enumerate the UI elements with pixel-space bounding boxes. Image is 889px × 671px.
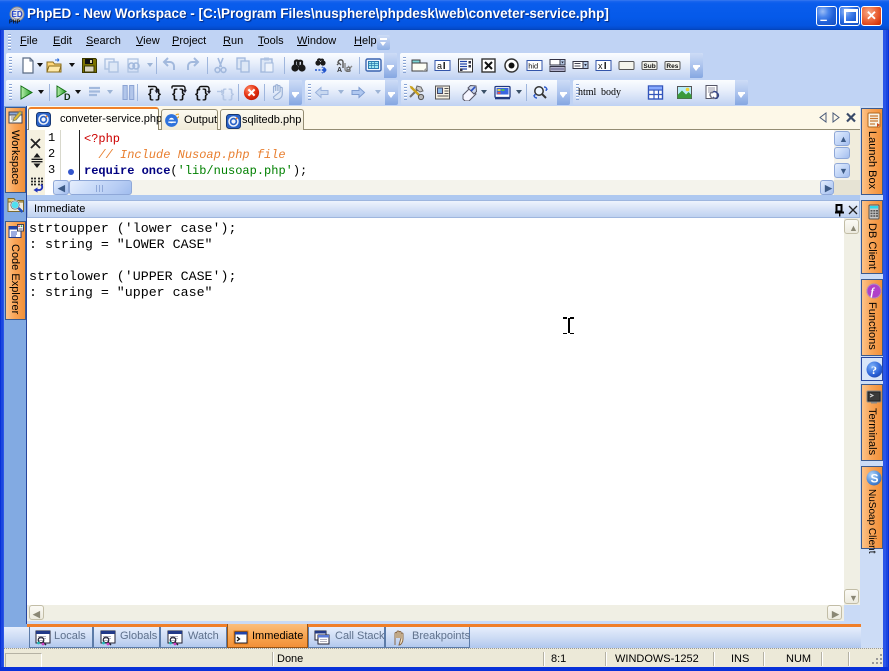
svg-text:S: S xyxy=(871,472,879,486)
svg-text:{}: {} xyxy=(220,88,235,101)
svg-text:x: x xyxy=(598,61,603,71)
svg-text:B: B xyxy=(346,67,351,74)
svg-text:A: A xyxy=(337,67,342,74)
svg-text:a: a xyxy=(437,61,442,71)
svg-text:{}: {} xyxy=(194,88,209,101)
svg-text:{}: {} xyxy=(147,88,162,101)
svg-text:PHP: PHP xyxy=(9,20,21,25)
svg-text:{}: {} xyxy=(171,88,186,101)
svg-text:?: ? xyxy=(871,363,877,377)
svg-text:D: D xyxy=(64,92,71,101)
svg-text:ED: ED xyxy=(12,10,23,19)
svg-text:Res: Res xyxy=(666,63,678,70)
svg-text:hid: hid xyxy=(528,62,538,71)
svg-text:Sub: Sub xyxy=(643,63,655,70)
